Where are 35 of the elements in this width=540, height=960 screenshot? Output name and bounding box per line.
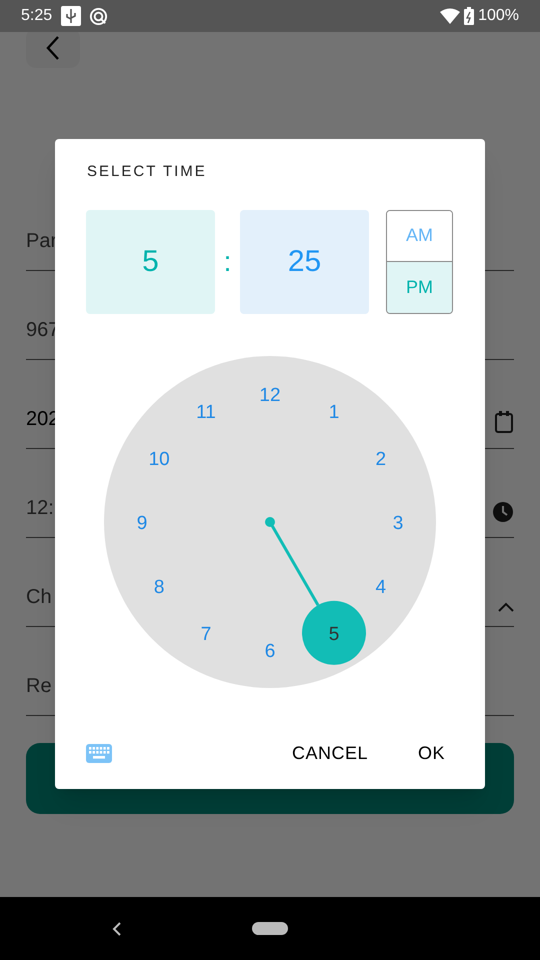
minute-field[interactable]: 25 [240, 210, 369, 314]
clock-number[interactable]: 5 [328, 623, 340, 644]
clock-number[interactable]: 11 [196, 402, 216, 423]
time-separator: : [222, 244, 232, 278]
hour-field[interactable]: 5 [86, 210, 215, 314]
battery-percent: 100% [478, 6, 519, 26]
clock-number[interactable]: 12 [259, 384, 281, 406]
field-value: Re [26, 674, 52, 699]
dialog-button[interactable]: OK [418, 740, 445, 767]
clock-number[interactable]: 1 [328, 402, 340, 423]
calendar-icon[interactable] [494, 410, 514, 434]
dialog-button[interactable]: CANCEL [292, 740, 368, 767]
back-nav-icon[interactable] [112, 922, 122, 936]
clock-number[interactable]: 2 [376, 448, 386, 470]
home-pill[interactable] [252, 922, 288, 935]
sync-icon [89, 6, 108, 26]
clock-icon[interactable] [492, 501, 514, 523]
clock-face[interactable]: 12 1 2 3 4 5 6 7 8 9 10 11 [104, 356, 436, 688]
field-value: Ch [26, 585, 52, 610]
clock-number[interactable]: 4 [376, 576, 386, 598]
clock-number[interactable]: 7 [200, 623, 212, 644]
clock-number[interactable]: 8 [154, 576, 164, 598]
status-time: 5:25 [21, 6, 52, 26]
clock-number[interactable]: 6 [264, 640, 276, 662]
period-option[interactable]: PM [387, 261, 452, 312]
dialog-header: SELECT TIME [87, 162, 208, 182]
wifi-icon [440, 8, 460, 24]
field-value: Par [26, 229, 58, 254]
battery-icon [464, 7, 474, 25]
usb-icon [61, 6, 82, 26]
clock-number[interactable]: 9 [136, 512, 148, 534]
clock-number[interactable]: 3 [392, 512, 404, 534]
chevron-icon[interactable] [498, 602, 514, 612]
field-value: 12: [26, 496, 54, 521]
clock-number[interactable]: 10 [148, 448, 170, 470]
